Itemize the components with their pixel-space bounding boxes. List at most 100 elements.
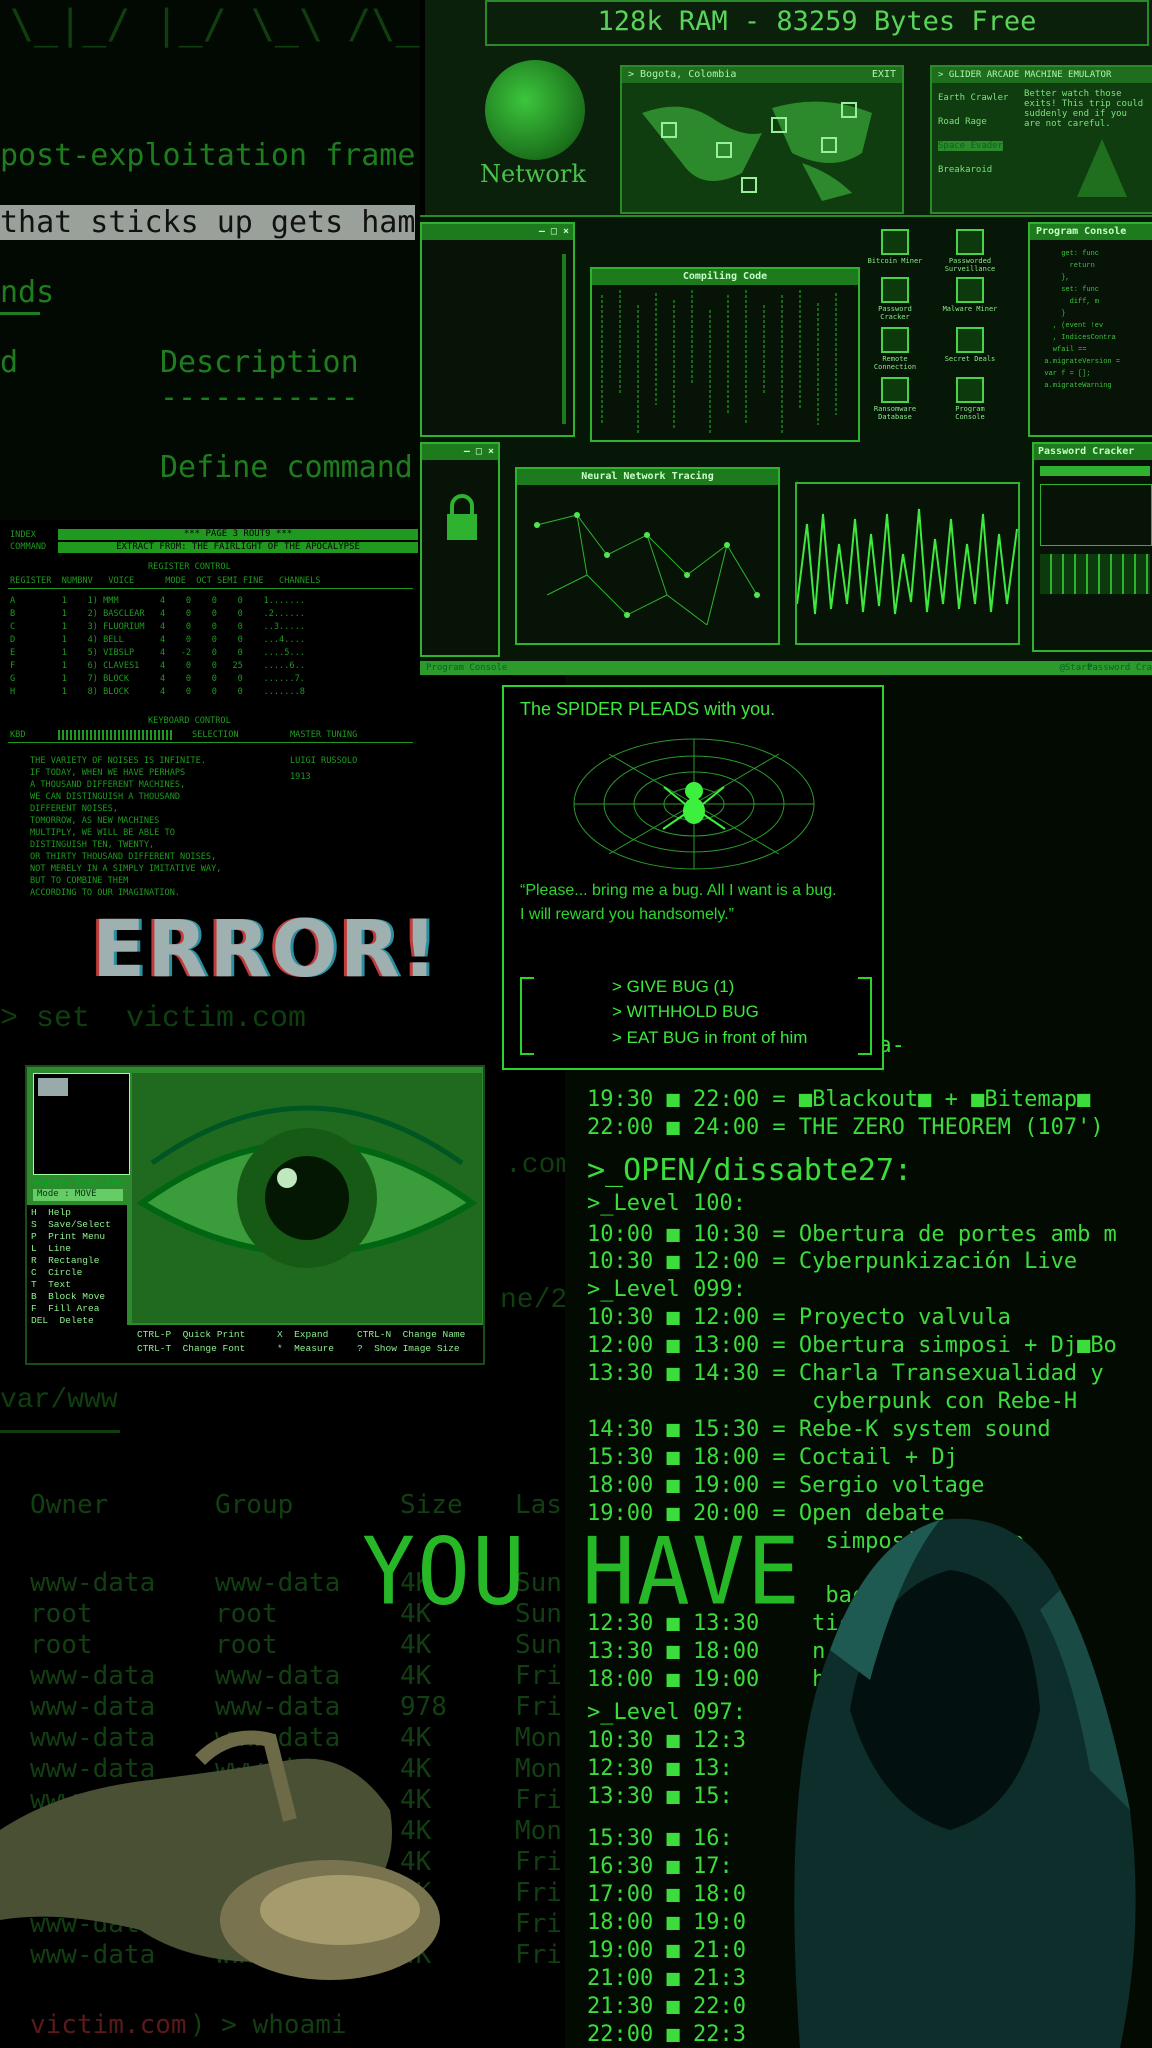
taskbar-item[interactable]: Password Cra (1087, 661, 1152, 675)
menu-item[interactable]: P Print Menu (31, 1231, 128, 1243)
schedule-line: 15:30 ■ 18:00 = Coctail + Dj (587, 1445, 958, 1470)
arcade-description: Better watch those exits! This trip coul… (1024, 89, 1144, 129)
shortcut: CTRL-T Change Font (137, 1343, 246, 1354)
neural-graph (534, 512, 760, 626)
kbd-label: KBD (10, 730, 26, 740)
cracker-input[interactable] (1040, 484, 1152, 546)
schedule-line: 10:30 ■ 12:00 = Proyecto valvula (587, 1305, 1011, 1330)
menu-item[interactable]: L Line (31, 1243, 128, 1255)
table-cell: root (30, 1599, 93, 1629)
terminal-line: post-exploitation frame (0, 138, 416, 173)
lock-icon (447, 494, 477, 540)
globe-icon[interactable] (485, 60, 585, 160)
master-tuning-label: MASTER TUNING (290, 730, 358, 740)
quote-line: NOT MERELY IN A SIMPLY IMITATIVE WAY, (30, 864, 222, 874)
schedule-line: >_Level 100: (587, 1191, 746, 1216)
table-header: REGISTER NUMBNV VOICE MODE OCT SEMI FINE… (10, 576, 321, 586)
taskbar-item[interactable]: Program Console (426, 661, 507, 675)
schedule-line: 19:00 ■ 21:0 (587, 1938, 746, 1963)
schedule-line: 17:00 ■ 18:0 (587, 1882, 746, 1907)
shortcut: CTRL-N Change Name (357, 1329, 466, 1340)
schedule-line: 12:00 ■ 13:00 = Obertura simposi + Dj■Bo (587, 1333, 1117, 1358)
secret-deals-icon[interactable]: Secret Deals (940, 327, 1000, 363)
withhold-bug-option[interactable]: > WITHHOLD BUG (612, 1002, 759, 1022)
console-title: Program Console (1030, 224, 1152, 240)
schedule-line: >_Level 097: (587, 1700, 746, 1725)
schedule-line: cyberpunk con Rebe-H (587, 1389, 1078, 1414)
divider (8, 588, 413, 589)
ram-banner: 128k RAM - 83259 Bytes Free (485, 0, 1149, 46)
menu-item[interactable]: T Text (31, 1279, 128, 1291)
eat-bug-option[interactable]: > EAT BUG in front of him (612, 1028, 807, 1048)
lock-window: — □ × (420, 442, 500, 657)
table-cell: Fri (515, 1940, 562, 1970)
table-cell: 4K (400, 1630, 432, 1660)
table-row: A 1 1) MMM 4 0 0 0 1....... (10, 596, 305, 606)
menu-item[interactable]: B Block Move (31, 1291, 128, 1303)
table-row: C 1 3) FLUORIUM 4 0 0 0 ..3..... (10, 622, 305, 632)
quote-line: DISTINGUISH TEN, TWENTY, (30, 840, 155, 850)
shortcut: ? Show Image Size (357, 1343, 460, 1354)
scrollbar[interactable] (562, 254, 566, 424)
keyboard-bar[interactable] (58, 730, 173, 740)
shortcut-bar: CTRL-P Quick Print CTRL-T Change Font X … (27, 1325, 483, 1363)
password-cracker-icon[interactable]: Password Cracker (865, 277, 925, 321)
window-controls[interactable]: — □ × (422, 224, 573, 240)
menu-item[interactable]: H Help (31, 1207, 128, 1219)
table-row: D 1 4) BELL 4 0 0 0 ...4.... (10, 635, 305, 645)
arcade-item-selected[interactable]: Space Evader (938, 141, 1004, 151)
malware-miner-icon[interactable]: Malware Miner (940, 277, 1000, 313)
menu-item[interactable]: R Rectangle (31, 1255, 128, 1267)
schedule-line: >_Level 099: (587, 1277, 746, 1302)
shortcut: X Expand (277, 1329, 329, 1340)
terminal-line: Define command (160, 450, 413, 485)
remote-connection-icon[interactable]: Remote Connection (865, 327, 925, 371)
surveillance-icon[interactable]: Passworded Surveillance (940, 229, 1000, 273)
map-title: > Bogota, Colombia (628, 69, 737, 80)
schedule-line: 14:30 ■ 15:30 = Rebe-K system sound (587, 1417, 1051, 1442)
table-cell: Fri (515, 1909, 562, 1939)
cracker-toolbar[interactable] (1040, 466, 1150, 476)
neural-window: Neural Network Tracing (515, 467, 780, 645)
bitcoin-miner-icon[interactable]: Bitcoin Miner (865, 229, 925, 265)
menu-item[interactable]: C Circle (31, 1267, 128, 1279)
menu-item[interactable]: F Fill Area (31, 1303, 128, 1315)
give-bug-option[interactable]: > GIVE BUG (1) (612, 977, 734, 997)
register-control-panel: INDEX *** PAGE 3 ROUT9 *** COMMAND EXTRA… (0, 520, 420, 900)
shortcut: * Measure (277, 1343, 335, 1354)
schedule-line: 19:30 ■ 22:00 = ■Blackout■ + ■Bitemap■ (587, 1087, 1091, 1112)
menu-item[interactable]: S Save/Select (31, 1219, 128, 1231)
table-cell: root (215, 1599, 278, 1629)
map-window: > Bogota, Colombia EXIT (620, 65, 904, 214)
table-row: B 1 2) BASCLEAR 4 0 0 0 .2...... (10, 609, 305, 619)
options-box: > GIVE BUG (1) > WITHHOLD BUG > EAT BUG … (520, 977, 872, 1055)
ransomware-icon[interactable]: Ransomware Database (865, 377, 925, 421)
arcade-item[interactable]: Breakaroid (938, 165, 992, 175)
divider (0, 312, 40, 315)
window-controls[interactable]: — □ × (422, 444, 498, 460)
arcade-item[interactable]: Earth Crawler (938, 93, 1008, 103)
compiling-window: Compiling Code (590, 267, 860, 442)
bracket-corner (522, 977, 534, 979)
program-console-icon[interactable]: Program Console (940, 377, 1000, 421)
quote-author: LUIGI RUSSOLO (290, 756, 358, 766)
quote-line: BUT TO COMBINE THEM (30, 876, 129, 886)
hand-mouse-image (0, 1730, 440, 1980)
table-row: E 1 5) VIBSLP 4 -2 0 0 ....5... (10, 648, 305, 658)
schedule-line: 13:30 ■ 14:30 = Charla Transexualidad y (587, 1361, 1104, 1386)
network-label: Network (480, 160, 586, 188)
neural-title: Neural Network Tracing (517, 469, 778, 485)
arcade-item[interactable]: Road Rage (938, 117, 987, 127)
divider (0, 1430, 120, 1433)
quote-line: IF TODAY, WHEN WE HAVE PERHAPS (30, 768, 186, 778)
taskbar: Program Console @Start Password Cra (420, 661, 1152, 675)
table-cell: root (30, 1630, 93, 1660)
spider-quote-line: I will reward you handsomely.” (520, 906, 735, 923)
quote-year: 1913 (290, 772, 311, 782)
hacker-desktop: — □ × Compiling Code Bitcoin Miner Passw… (420, 215, 1152, 675)
selection-label: SELECTION (192, 730, 239, 740)
command-label: COMMAND (10, 542, 47, 552)
quote-line: WE CAN DISTINGUISH A THOUSAND (30, 792, 181, 802)
map-title-bar: > Bogota, Colombia EXIT (622, 67, 902, 83)
map-exit-button[interactable]: EXIT (872, 67, 902, 83)
